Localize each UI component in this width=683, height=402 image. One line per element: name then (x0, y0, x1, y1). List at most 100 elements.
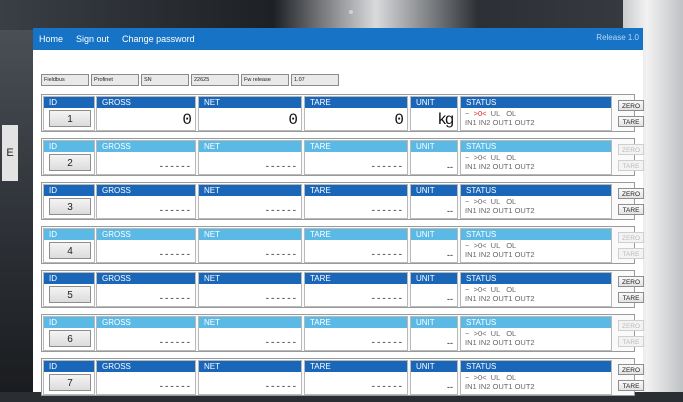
gross-header: GROSS (97, 273, 195, 284)
scale-gross-value: ------ (158, 382, 191, 392)
tare-header: TARE (305, 97, 407, 108)
background-left (0, 30, 36, 392)
status-zero-indicator: >0< (473, 153, 487, 162)
scale-id-button[interactable]: 5 (49, 286, 91, 303)
gross-header: GROSS (97, 97, 195, 108)
app-window: Home Sign out Change password Release 1.… (33, 28, 644, 396)
scale-net-value: ------ (264, 206, 297, 216)
zero-button[interactable]: ZERO (618, 188, 644, 199)
scale-unit-cell: UNIT -- (410, 316, 458, 351)
scale-tare-value: ------ (370, 206, 403, 216)
scale-gross-value: ------ (158, 162, 191, 172)
tare-button[interactable]: TARE (618, 336, 644, 347)
scale-gross-value: ------ (158, 338, 191, 348)
scale-id-button[interactable]: 4 (49, 242, 91, 259)
tare-button[interactable]: TARE (618, 292, 644, 303)
scale-tare-cell: TARE ------ (304, 360, 408, 395)
status-io: IN1 IN2 OUT1 OUT2 (465, 294, 535, 303)
net-header: NET (199, 141, 301, 152)
status-indicators: ~ >0< UL OL IN1 IN2 OUT1 OUT2 (465, 197, 535, 215)
scale-net-cell: NET ------ (198, 316, 302, 351)
status-io: IN1 IN2 OUT1 OUT2 (465, 250, 535, 259)
fw-release-value: 1.07 (291, 74, 339, 86)
status-header: STATUS (461, 185, 611, 196)
fieldbus-value: Profinet (91, 74, 139, 86)
status-ul-ol: UL OL (486, 329, 517, 338)
net-header: NET (199, 273, 301, 284)
scale-id-button[interactable]: 6 (49, 330, 91, 347)
scale-row: ID 4 GROSS ------ NET ------ TARE ------ UNIT -- S… (41, 226, 644, 264)
scale-gross-value: ------ (158, 206, 191, 216)
nav-change-password-link[interactable]: Change password (122, 34, 195, 44)
status-ul-ol: UL OL (486, 241, 517, 250)
zero-button[interactable]: ZERO (618, 276, 644, 287)
gross-header: GROSS (97, 317, 195, 328)
status-io: IN1 IN2 OUT1 OUT2 (465, 162, 535, 171)
zero-button[interactable]: ZERO (618, 100, 644, 111)
tare-button[interactable]: TARE (618, 248, 644, 259)
status-indicators: ~ >0< UL OL IN1 IN2 OUT1 OUT2 (465, 153, 535, 171)
status-header: STATUS (461, 317, 611, 328)
status-zero-indicator: >0< (473, 109, 487, 118)
scale-gross-cell: GROSS ------ (96, 140, 196, 175)
tare-button[interactable]: TARE (618, 380, 644, 391)
scale-unit-cell: UNIT -- (410, 228, 458, 263)
id-header: ID (44, 273, 94, 284)
scale-id-cell: ID 5 (43, 272, 95, 307)
zero-button[interactable]: ZERO (618, 232, 644, 243)
nav-signout-link[interactable]: Sign out (76, 34, 109, 44)
scale-id-cell: ID 3 (43, 184, 95, 219)
status-header: STATUS (461, 97, 611, 108)
scale-id-cell: ID 6 (43, 316, 95, 351)
net-header: NET (199, 185, 301, 196)
scale-status-cell: STATUS ~ >0< UL OL IN1 IN2 OUT1 OUT2 (460, 140, 612, 175)
scale-net-value: ------ (264, 382, 297, 392)
scale-unit-value: -- (447, 206, 453, 216)
fieldbus-label: Fieldbus (41, 74, 89, 86)
scale-gross-cell: GROSS ------ (96, 316, 196, 351)
scale-tare-cell: TARE ------ (304, 316, 408, 351)
status-tilde: ~ (465, 373, 474, 382)
scale-gross-cell: GROSS 0 (96, 96, 196, 131)
scale-tare-cell: TARE ------ (304, 184, 408, 219)
zero-button[interactable]: ZERO (618, 364, 644, 375)
tare-button[interactable]: TARE (618, 204, 644, 215)
background-dot (349, 10, 353, 14)
tare-button[interactable]: TARE (618, 116, 644, 127)
unit-header: UNIT (411, 361, 457, 372)
scale-list: ID 1 GROSS 0 NET 0 TARE 0 UNIT kg STATUS ~ >0< UL O… (41, 94, 644, 402)
background-left-label: E (2, 125, 18, 181)
net-header: NET (199, 229, 301, 240)
tare-header: TARE (305, 361, 407, 372)
status-indicators: ~ >0< UL OL IN1 IN2 OUT1 OUT2 (465, 285, 535, 303)
id-header: ID (44, 229, 94, 240)
scale-row: ID 5 GROSS ------ NET ------ TARE ------ UNIT -- S… (41, 270, 644, 308)
scale-net-cell: NET ------ (198, 140, 302, 175)
scale-id-button[interactable]: 2 (49, 154, 91, 171)
status-zero-indicator: >0< (473, 241, 487, 250)
scale-id-button[interactable]: 7 (49, 374, 91, 391)
zero-button[interactable]: ZERO (618, 144, 644, 155)
scale-status-cell: STATUS ~ >0< UL OL IN1 IN2 OUT1 OUT2 (460, 184, 612, 219)
unit-header: UNIT (411, 141, 457, 152)
scale-id-button[interactable]: 3 (49, 198, 91, 215)
zero-button[interactable]: ZERO (618, 320, 644, 331)
status-tilde: ~ (465, 109, 474, 118)
unit-header: UNIT (411, 185, 457, 196)
scale-id-button[interactable]: 1 (49, 110, 91, 127)
net-header: NET (199, 97, 301, 108)
status-header: STATUS (461, 273, 611, 284)
scale-status-cell: STATUS ~ >0< UL OL IN1 IN2 OUT1 OUT2 (460, 228, 612, 263)
scale-unit-cell: UNIT -- (410, 140, 458, 175)
device-info-row: Fieldbus Profinet SN 22625 Fw release 1.… (41, 74, 341, 86)
status-io: IN1 IN2 OUT1 OUT2 (465, 206, 535, 215)
tare-header: TARE (305, 317, 407, 328)
scale-net-cell: NET ------ (198, 228, 302, 263)
scale-net-cell: NET ------ (198, 184, 302, 219)
nav-home-link[interactable]: Home (39, 34, 63, 44)
scale-gross-cell: GROSS ------ (96, 184, 196, 219)
scale-net-value: ------ (264, 250, 297, 260)
tare-button[interactable]: TARE (618, 160, 644, 171)
scale-unit-value: -- (447, 382, 453, 392)
scale-tare-value: ------ (370, 294, 403, 304)
